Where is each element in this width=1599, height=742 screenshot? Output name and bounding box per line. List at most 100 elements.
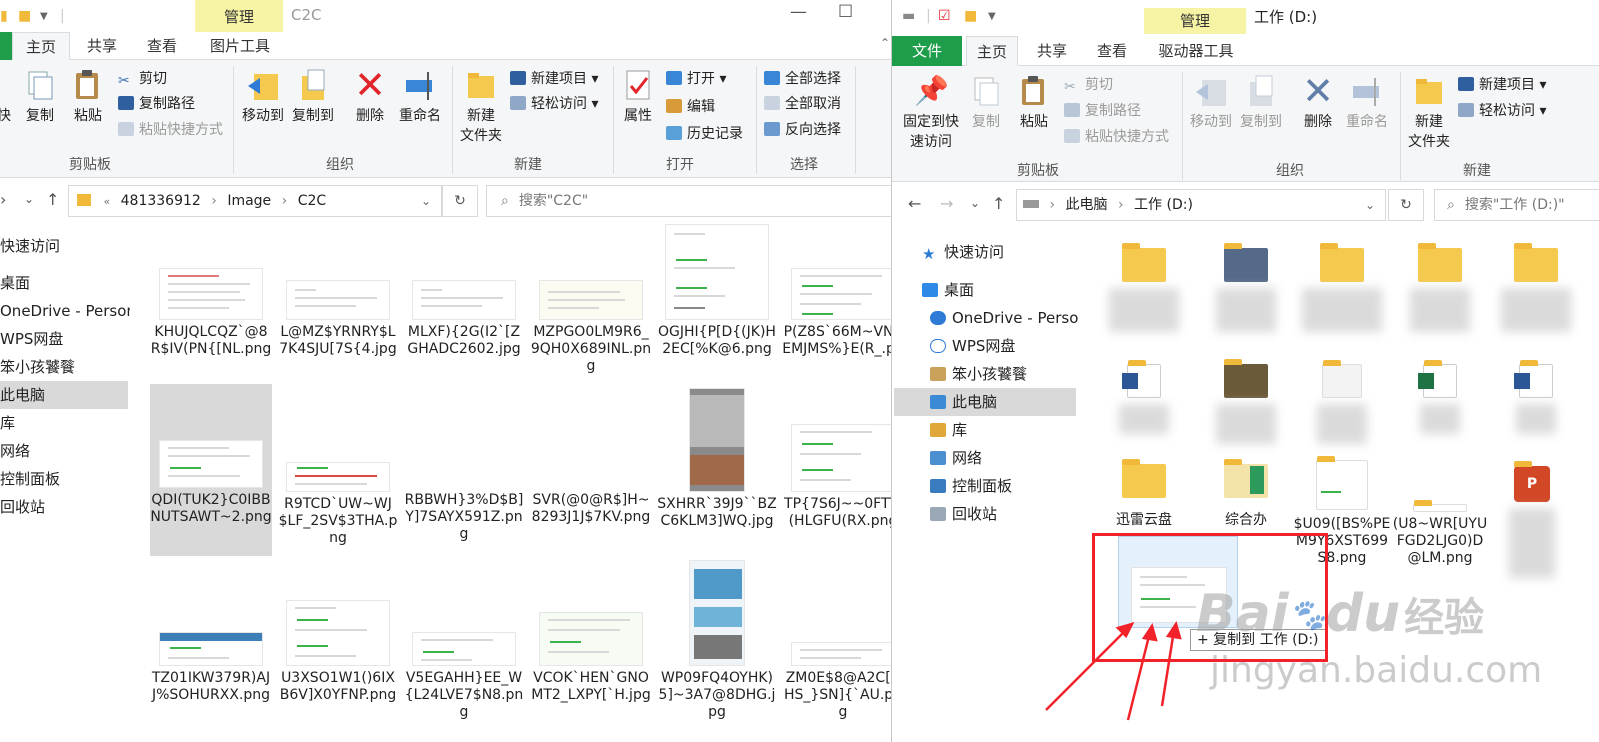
rename-button[interactable]: 重命名 — [1342, 74, 1392, 132]
folder-tile-blurred[interactable] — [1390, 243, 1490, 332]
move-to-button[interactable]: 移动到 — [1186, 74, 1236, 132]
file-tile[interactable]: ZM0E$8@A2C[BHS_}SN]{`AU.png — [782, 642, 891, 721]
paste-button[interactable]: 粘贴 — [66, 68, 110, 126]
delete-button[interactable]: ✕ 删除 — [350, 66, 390, 126]
copy-to-button[interactable]: 复制到 — [1236, 74, 1286, 132]
tab-file[interactable] — [0, 32, 12, 60]
breadcrumb-481336912[interactable]: 481336912 — [121, 193, 201, 209]
nav-onedrive[interactable]: OneDrive - Person — [0, 297, 136, 325]
address-bar[interactable]: « 481336912 › Image › C2C ⌄ — [68, 185, 442, 217]
up-arrow-icon[interactable]: ↑ — [46, 190, 59, 209]
address-dropdown-icon[interactable]: ⌄ — [421, 186, 431, 216]
nav-network[interactable]: 网络 — [930, 444, 982, 472]
tab-home[interactable]: 主页 — [12, 32, 70, 60]
file-tile[interactable]: P(Z8S`66M~VN5EMJMS%}E(R_.pg — [782, 268, 891, 358]
nav-desktop[interactable]: 桌面 — [922, 276, 974, 304]
file-tile[interactable]: V5EGAHH}EE_W{L24LVE7$N8.png — [403, 632, 525, 721]
excel-tile-blurred[interactable] — [1390, 360, 1490, 434]
qat-new-folder-icon[interactable]: ■ — [964, 8, 977, 24]
tab-share[interactable]: 共享 — [76, 32, 128, 60]
nav-control-panel[interactable]: 控制面板 — [0, 465, 130, 493]
nav-this-pc[interactable]: 此电脑 — [894, 388, 1076, 416]
file-tile[interactable]: TP{7S6J~~0FTTJ(HLGFU(RX.png — [782, 424, 891, 530]
copy-button[interactable]: 复制 — [18, 68, 62, 126]
qat-folder-icon-2[interactable]: ■ — [18, 8, 31, 24]
tab-view[interactable]: 查看 — [1086, 36, 1138, 66]
ppt-file-tile-blurred[interactable]: P — [1482, 461, 1582, 578]
search-input[interactable]: ⌕ 搜索"工作 (D:)" — [1434, 189, 1599, 221]
ribbon-collapse-icon[interactable]: ⌃ — [880, 36, 890, 50]
folder-tile-zonghe[interactable]: 综合办 — [1196, 459, 1296, 529]
copy-button[interactable]: 复制 — [964, 74, 1008, 132]
file-tile[interactable]: SXHRR`39J9``BZC6KLM3]WQ.jpg — [656, 388, 778, 530]
breadcrumb-c2c[interactable]: C2C — [298, 193, 326, 209]
file-tile[interactable]: MZPGO0LM9R6_9QH0X689INL.png — [530, 280, 652, 375]
forward-arrow-icon[interactable]: → — [940, 194, 953, 213]
history-button[interactable]: 历史记录 — [666, 123, 743, 145]
file-tile[interactable]: R9TCD`UW~WJ$LF_2SV$3THA.png — [277, 462, 399, 547]
breadcrumb-this-pc[interactable]: 此电脑 — [1066, 197, 1108, 213]
select-all-button[interactable]: 全部选择 — [764, 68, 841, 90]
file-tile[interactable]: U3XSO1W1()6IXB6V]X0YFNP.png — [277, 600, 399, 704]
nav-libraries[interactable]: 库 — [930, 416, 967, 444]
nav-control-panel[interactable]: 控制面板 — [930, 472, 1012, 500]
nav-this-pc[interactable]: 此电脑 — [0, 381, 128, 409]
nav-recycle-bin[interactable]: 回收站 — [0, 493, 130, 521]
back-arrow-icon[interactable]: ← — [908, 194, 921, 213]
qat-folder-icon[interactable]: ▮ — [0, 8, 8, 24]
folder-tile-blurred[interactable] — [1196, 359, 1296, 444]
search-input[interactable]: ⌕ 搜索"C2C" — [486, 185, 891, 217]
move-to-button[interactable]: 移动到 — [238, 68, 288, 126]
file-tile[interactable]: TZ01IKW379R)AJJ%SOHURXX.png — [150, 632, 272, 704]
qat-dropdown-icon[interactable]: ▼ — [40, 11, 48, 22]
cut-button[interactable]: ✂ 剪切 — [118, 68, 167, 90]
rename-button[interactable]: 重命名 — [395, 68, 445, 126]
paste-shortcut-button[interactable]: 粘贴快捷方式 — [1064, 126, 1169, 148]
file-tile[interactable]: WP09FQ4OYHK)5]~3A7@8DHG.jpg — [656, 560, 778, 721]
file-tile[interactable]: KHUJQLCQZ`@8R$IV(PN{[NL.png — [150, 268, 272, 358]
minimize-icon[interactable]: — — [790, 2, 807, 22]
refresh-button[interactable]: ↻ — [442, 185, 478, 217]
nav-libraries[interactable]: 库 — [0, 409, 130, 437]
new-item-button[interactable]: 新建项目 ▾ — [1458, 74, 1546, 96]
folder-tile-blurred[interactable] — [1196, 243, 1296, 332]
tab-view[interactable]: 查看 — [136, 32, 188, 60]
tab-share[interactable]: 共享 — [1026, 36, 1078, 66]
qat-dropdown-icon[interactable]: ▼ — [988, 11, 996, 22]
address-bar[interactable]: › 此电脑 › 工作 (D:) ⌄ — [1016, 189, 1386, 221]
nav-quick-access[interactable]: ★ 快速访问 — [922, 238, 1004, 266]
properties-button[interactable]: 属性 — [618, 68, 658, 126]
tab-picture-tools[interactable]: 图片工具 — [196, 32, 284, 60]
breadcrumb-overflow[interactable]: « — [103, 195, 110, 208]
open-button[interactable]: 打开 ▾ — [666, 68, 726, 90]
folder-tile-blurred[interactable] — [1486, 243, 1586, 332]
up-arrow-icon[interactable]: ↑ — [992, 194, 1005, 213]
nav-user-folder[interactable]: 笨小孩饕餮 — [0, 353, 130, 381]
tab-file[interactable]: 文件 — [892, 36, 962, 66]
document-tile-blurred[interactable] — [1094, 360, 1194, 434]
new-folder-button[interactable]: 新建 文件夹 — [456, 68, 506, 146]
paste-shortcut-button[interactable]: 粘贴快捷方式 — [118, 119, 223, 141]
pin-button-partial[interactable]: 快 — [0, 68, 14, 126]
refresh-button[interactable]: ↻ — [1388, 189, 1424, 221]
recent-locations-icon[interactable]: ⌄ — [24, 192, 34, 206]
image-file-tile[interactable]: (U8~WR[UYUFGD2LJG0)D@LM.png — [1390, 500, 1490, 567]
folder-tile-blurred[interactable] — [1292, 243, 1392, 332]
paste-button[interactable]: 粘贴 — [1012, 74, 1056, 132]
cut-button[interactable]: ✂ 剪切 — [1064, 74, 1113, 96]
nav-wps-drive[interactable]: WPS网盘 — [930, 332, 1015, 360]
new-folder-button[interactable]: 新建 文件夹 — [1404, 74, 1454, 152]
pin-to-quick-access-button[interactable]: 📌 固定到快 速访问 — [900, 74, 962, 152]
easy-access-button[interactable]: 轻松访问 ▾ — [1458, 100, 1546, 122]
file-tile[interactable]: RBBWH}3%D$B]Y]7SAYX591Z.png — [403, 492, 525, 543]
manage-context-tab[interactable]: 管理 — [195, 0, 283, 32]
file-tile[interactable]: OGJHI{P[D{(JK)H2EC[%K@6.png — [656, 224, 778, 358]
folder-tile-xunlei[interactable]: 迅雷云盘 — [1094, 459, 1194, 529]
image-tile-blurred[interactable] — [1292, 360, 1392, 444]
nav-wps-drive[interactable]: WPS网盘 — [0, 325, 130, 353]
address-dropdown-icon[interactable]: ⌄ — [1365, 190, 1375, 220]
edit-button[interactable]: 编辑 — [666, 96, 715, 118]
easy-access-button[interactable]: 轻松访问 ▾ — [510, 93, 598, 115]
invert-selection-button[interactable]: 反向选择 — [764, 119, 841, 141]
copy-path-button[interactable]: 复制路径 — [118, 93, 195, 115]
